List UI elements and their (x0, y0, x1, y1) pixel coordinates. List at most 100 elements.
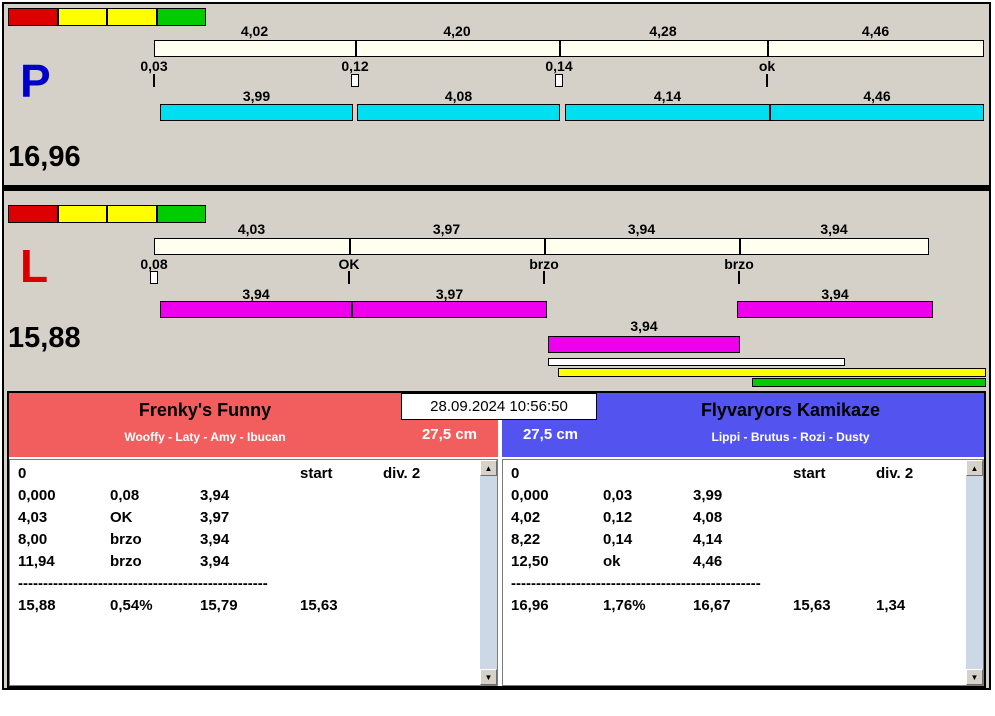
scroll-up-button[interactable]: ▲ (966, 460, 983, 476)
traffic-light-bar (8, 205, 206, 223)
change-tick-box (150, 271, 158, 284)
lap-time-label: 4,46 (863, 88, 891, 104)
lap-time-label: 3,94 (630, 318, 658, 334)
traffic-red-segment (8, 205, 58, 223)
column-header-division: div. 2 (876, 465, 914, 482)
summary-percent: 0,54% (110, 597, 153, 614)
table-separator-line: ----------------------------------------… (18, 575, 268, 592)
lap-bar (160, 104, 353, 121)
traffic-green-segment (156, 205, 206, 223)
table-scrollbar[interactable]: ▲ ▼ (480, 460, 497, 685)
app-window: P 16,96 4,02 4,20 4,28 4,46 0,03 0,12 0,… (2, 2, 991, 690)
summary-net: 16,67 (693, 597, 731, 614)
lap-bar (357, 104, 560, 121)
lap-time-label: 4,14 (653, 88, 682, 104)
summary-total: 16,96 (511, 597, 549, 614)
lap-time-label: 3,99 (242, 88, 271, 104)
team-left-dogs: Wooffy - Laty - Amy - Ibucan (124, 430, 286, 444)
change-tick-mark (766, 74, 768, 87)
jump-height-left: 27,5 cm (421, 426, 478, 443)
lap-bar (565, 104, 770, 121)
lap-time-label: 3,94 (821, 286, 849, 302)
table-cell: 3,94 (200, 553, 230, 570)
split-divider (349, 239, 351, 254)
change-time-label: brzo (529, 256, 559, 272)
lap-time-label: 4,08 (444, 88, 473, 104)
lap-bar-offset (548, 336, 740, 353)
scroll-down-button[interactable]: ▼ (966, 669, 983, 685)
table-cell: 8,22 (511, 531, 541, 548)
split-divider (767, 41, 769, 56)
split-time-label: 4,03 (237, 221, 266, 237)
table-cell: 4,14 (693, 531, 723, 548)
lap-time-label: 3,94 (242, 286, 270, 302)
scroll-down-icon: ▼ (484, 672, 493, 682)
progress-bar-yellow (558, 368, 986, 377)
column-header-division: div. 2 (383, 465, 421, 482)
table-cell: 8,00 (18, 531, 48, 548)
split-bar (154, 40, 984, 57)
team-right-results-table: 0 start div. 2 0,000 0,03 3,99 4,02 0,12… (502, 459, 984, 686)
split-time-label: 3,94 (820, 221, 848, 237)
status-value: 0 (511, 465, 520, 482)
change-time-label: 0,12 (341, 58, 369, 74)
lap-bar (160, 301, 352, 318)
team-left-name: Frenky's Funny (138, 400, 272, 420)
split-divider (544, 239, 546, 254)
scroll-up-icon: ▲ (970, 463, 979, 473)
change-tick-mark (153, 74, 155, 87)
table-cell: 0,000 (18, 487, 56, 504)
table-cell: 4,08 (693, 509, 723, 526)
summary-percent: 1,76% (603, 597, 646, 614)
change-time-label: OK (338, 256, 360, 272)
track-p-letter: P (20, 55, 51, 107)
split-time-label: 4,28 (649, 23, 677, 39)
column-header-start: start (300, 465, 333, 482)
summary-net: 15,79 (200, 597, 238, 614)
track-p-total-time: 16,96 (8, 141, 81, 173)
summary-total: 15,88 (18, 597, 56, 614)
split-time-label: 4,20 (443, 23, 471, 39)
traffic-yellow-segment (57, 205, 107, 223)
scroll-up-button[interactable]: ▲ (480, 460, 497, 476)
change-tick-mark (348, 271, 350, 284)
change-tick-box (555, 74, 563, 87)
change-time-label: ok (758, 58, 776, 74)
split-time-label: 4,46 (861, 23, 890, 39)
table-cell: 4,46 (693, 553, 723, 570)
split-divider (739, 239, 741, 254)
progress-bar-empty (548, 358, 845, 366)
scroll-down-button[interactable]: ▼ (480, 669, 497, 685)
team-right-header-text: Flyvaryors Kamikaze Lippi - Brutus - Roz… (597, 393, 984, 457)
table-cell: 4,02 (511, 509, 541, 526)
table-cell: 3,94 (200, 531, 230, 548)
traffic-yellow-segment (57, 8, 107, 26)
split-divider (559, 41, 561, 56)
track-l-letter: L (20, 240, 49, 292)
track-l-total-time: 15,88 (8, 322, 81, 354)
team-right-name: Flyvaryors Kamikaze (700, 400, 881, 420)
change-time-label: 0,03 (140, 58, 168, 74)
change-time-label: brzo (724, 256, 754, 272)
change-tick-mark (738, 271, 740, 284)
table-cell: 0,08 (110, 487, 140, 504)
change-time-label: 0,14 (545, 58, 573, 74)
column-header-start: start (793, 465, 826, 482)
traffic-yellow-segment (107, 8, 157, 26)
scroll-up-icon: ▲ (484, 463, 493, 473)
table-scrollbar[interactable]: ▲ ▼ (966, 460, 983, 685)
team-left-header-text: Frenky's Funny Wooffy - Laty - Amy - Ibu… (9, 393, 401, 457)
lap-bar (352, 301, 547, 318)
change-time-label: 0,08 (140, 256, 168, 272)
table-cell: 3,99 (693, 487, 723, 504)
table-cell: 3,97 (200, 509, 230, 526)
team-right-dogs: Lippi - Brutus - Rozi - Dusty (711, 430, 870, 444)
table-cell: 0,12 (603, 509, 633, 526)
split-time-label: 3,97 (432, 221, 461, 237)
table-cell: OK (110, 509, 133, 526)
table-cell: 3,94 (200, 487, 230, 504)
jump-height-right: 27,5 cm (522, 426, 579, 443)
table-cell: 0,03 (603, 487, 633, 504)
lap-bar (737, 301, 933, 318)
table-cell: 0,14 (603, 531, 633, 548)
